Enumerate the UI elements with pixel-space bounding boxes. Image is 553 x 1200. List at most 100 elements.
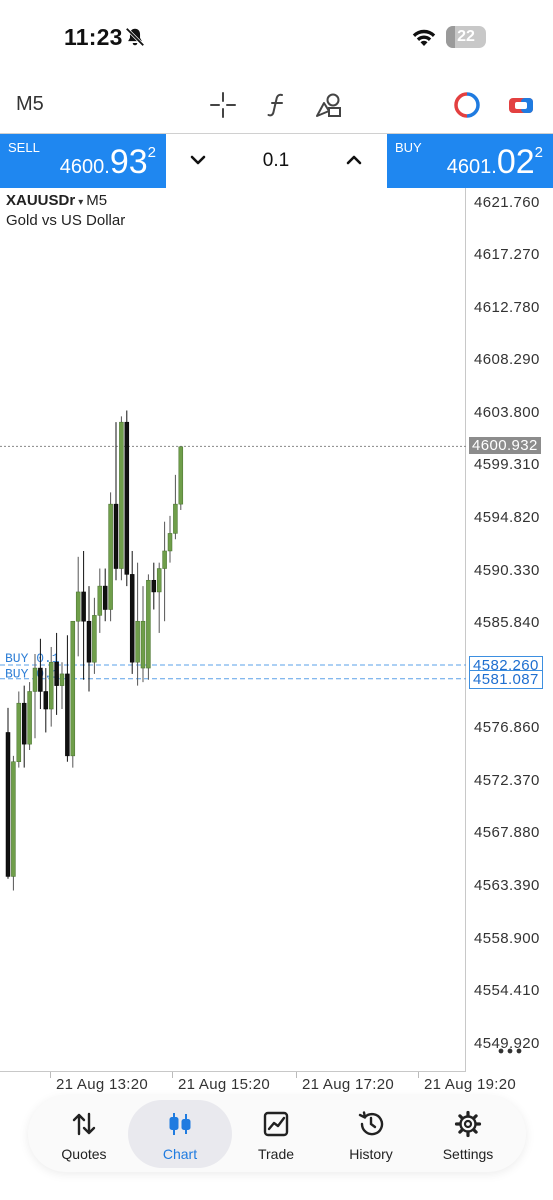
time-label: 21 Aug 13:20	[56, 1076, 149, 1093]
price-tick-label: 4608.290	[474, 351, 540, 369]
price-tick-label: 4617.270	[474, 246, 540, 264]
status-time: 11:23	[64, 24, 123, 50]
candle-body	[119, 421, 124, 569]
nav-history[interactable]: History	[319, 1100, 423, 1168]
lot-increase-chevron-up-icon[interactable]	[342, 148, 366, 172]
more-dots-icon[interactable]	[496, 1044, 524, 1058]
candle-body	[108, 503, 113, 610]
status-bar: 11:23 22	[0, 0, 553, 76]
candle-body	[5, 732, 11, 877]
bottom-navigation: Quotes Chart Trade History Settings	[28, 1096, 526, 1172]
price-axis: 4621.760 4617.270 4612.780 4608.290 4603.800…	[466, 188, 553, 1072]
candle-body	[151, 579, 157, 593]
crosshair-icon[interactable]	[208, 90, 238, 120]
candle-body	[75, 591, 81, 622]
wifi-icon	[412, 29, 436, 46]
price-tick-label: 4585.840	[474, 614, 540, 632]
candle-body	[59, 673, 65, 686]
candle-body	[129, 574, 135, 663]
candle-body	[16, 702, 22, 762]
candle-body	[173, 503, 178, 534]
price-tick-label: 4612.780	[474, 298, 540, 316]
nav-trade[interactable]: Trade	[224, 1100, 328, 1168]
candle-body	[43, 691, 49, 710]
price-tick-label: 4603.800	[474, 403, 540, 421]
time-tick	[50, 1072, 51, 1078]
candle-body	[167, 533, 173, 552]
trade-chart-icon	[263, 1111, 289, 1137]
settings-gear-icon	[454, 1110, 482, 1138]
candle-body	[102, 585, 108, 610]
bell-slash-icon	[125, 27, 145, 47]
candle-body	[178, 446, 184, 505]
candle-body	[65, 673, 70, 757]
sell-label: SELL	[8, 140, 40, 155]
sell-price: 4600.932	[59, 143, 156, 181]
function-icon[interactable]	[262, 90, 292, 120]
candle-body	[86, 620, 92, 663]
lot-selector: 0.1	[166, 134, 387, 188]
nav-settings[interactable]: Settings	[416, 1100, 520, 1168]
chart-canvas[interactable]: BUY 0.1 BUY 0.1 XAUUSDr ▾ M5 Gold vs US Dol…	[0, 188, 466, 1072]
candle-body	[124, 421, 130, 575]
nav-quotes[interactable]: Quotes	[32, 1100, 136, 1168]
price-tick-label: 4576.860	[474, 719, 540, 737]
candle-body	[92, 615, 97, 663]
candle-body	[54, 661, 59, 686]
time-tick	[296, 1072, 297, 1078]
candle-body	[38, 667, 43, 692]
candle-body	[81, 591, 86, 622]
price-tick-label: 4563.390	[474, 876, 540, 894]
timeframe-button[interactable]: M5	[16, 93, 44, 116]
candle-body	[113, 503, 119, 569]
current-price-tag: 4600.932	[469, 437, 541, 455]
time-label: 21 Aug 15:20	[178, 1076, 271, 1093]
candle-body	[156, 568, 162, 593]
price-tick-label: 4594.820	[474, 508, 540, 526]
price-tick-label: 4572.370	[474, 771, 540, 789]
candle-body	[32, 667, 38, 692]
one-click-trading-icon[interactable]	[506, 90, 536, 120]
buy-label: BUY	[395, 140, 422, 155]
trade-circle-icon[interactable]	[452, 90, 482, 120]
time-label: 21 Aug 17:20	[302, 1076, 395, 1093]
candle-body	[21, 702, 27, 745]
candle-body	[135, 620, 140, 663]
time-tick	[172, 1072, 173, 1078]
objects-icon[interactable]	[314, 90, 344, 120]
chart-description: Gold vs US Dollar	[6, 212, 126, 229]
buy-button[interactable]: BUY 4601.022	[387, 134, 553, 188]
time-tick	[418, 1072, 419, 1078]
candle-body	[97, 585, 103, 616]
price-tick-label: 4554.410	[474, 982, 540, 1000]
sell-button[interactable]: SELL 4600.932	[0, 134, 166, 188]
trade-panel: SELL 4600.932 0.1 BUY 4601.022	[0, 133, 553, 188]
price-tick-label: 4599.310	[474, 456, 540, 474]
price-tick-label: 4567.880	[474, 824, 540, 842]
battery-level: 22	[457, 28, 475, 45]
quotes-arrows-icon	[72, 1112, 96, 1136]
chart-toolbar: M5	[0, 80, 553, 130]
chart-candles-icon	[169, 1113, 191, 1135]
nav-chart[interactable]: Chart	[128, 1100, 232, 1168]
history-clock-icon	[358, 1111, 384, 1136]
candle-body	[70, 620, 76, 757]
price-tick-label: 4558.900	[474, 929, 540, 947]
time-label: 21 Aug 19:20	[424, 1076, 517, 1093]
lot-value[interactable]: 0.1	[226, 150, 326, 172]
battery-icon: 22	[446, 26, 486, 48]
price-tick-label: 4621.760	[474, 193, 540, 211]
price-tick-label: 4590.330	[474, 561, 540, 579]
candlestick-chart[interactable]: BUY 0.1BUY 0.1	[0, 188, 466, 1072]
candle-body	[146, 579, 151, 669]
candle-body	[48, 661, 54, 710]
buy-price: 4601.022	[446, 143, 543, 181]
candle-body	[140, 620, 146, 669]
candle-body	[162, 550, 167, 569]
chart-symbol: XAUUSDr ▾ M5	[6, 192, 108, 209]
lot-decrease-chevron-down-icon[interactable]	[186, 148, 210, 172]
time-axis: 21 Aug 13:20 21 Aug 15:20 21 Aug 17:20 21 A…	[0, 1072, 553, 1096]
candle-body	[27, 691, 32, 745]
order-price-tag: 4581.087	[469, 669, 543, 689]
candle-body	[11, 761, 16, 877]
